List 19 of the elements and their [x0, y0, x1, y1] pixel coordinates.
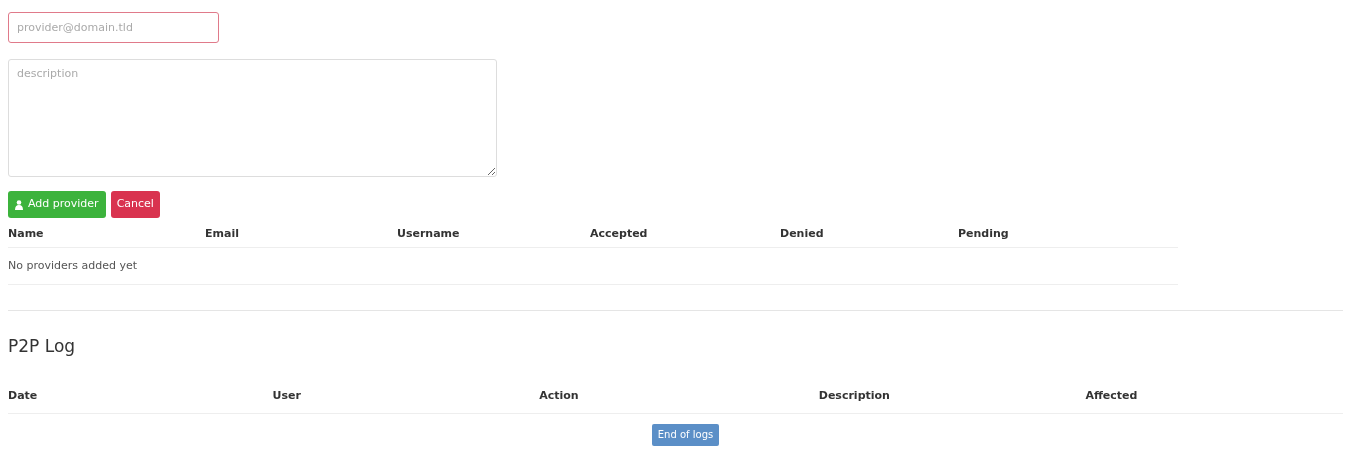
column-header: Email — [205, 227, 239, 241]
column-header: Action — [539, 388, 579, 402]
email-field[interactable]: provider@domain.tld — [8, 12, 219, 43]
column-header: Name — [8, 227, 44, 241]
section-title: P2P Log — [8, 335, 76, 358]
cancel-button[interactable]: Cancel — [110, 191, 160, 218]
empty-message: No providers added yet — [8, 257, 138, 274]
column-header: Denied — [780, 227, 824, 241]
column-header: Description — [818, 388, 890, 402]
column-header: Accepted — [590, 227, 648, 241]
add-provider-button[interactable]: Add provider — [8, 191, 106, 218]
column-header: Date — [8, 388, 38, 402]
user-icon — [15, 199, 23, 210]
column-header: Username — [397, 227, 460, 241]
column-header: Pending — [958, 227, 1009, 241]
description-field[interactable]: description — [8, 59, 497, 177]
column-header: User — [272, 388, 301, 402]
column-header: Affected — [1085, 388, 1138, 402]
end-of-logs-button[interactable]: End of logs — [651, 423, 720, 446]
